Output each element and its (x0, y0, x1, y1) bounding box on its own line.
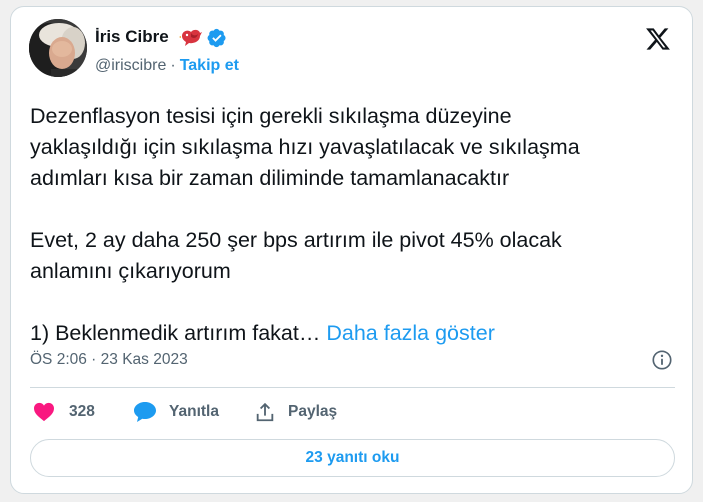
show-more-link[interactable]: Daha fazla göster (326, 321, 495, 345)
divider (30, 387, 675, 388)
avatar-photo (29, 19, 87, 77)
author-name[interactable]: İris Cibre (95, 27, 169, 47)
tweet-paragraph-1: Dezenflasyon tesisi için gerekli sıkılaş… (30, 101, 680, 194)
tweet-card: İris Cibre @iriscibre · Takip et Dezenflas… (10, 6, 693, 494)
share-button[interactable]: Paylaş (254, 399, 337, 425)
tweet-line: Dezenflasyon tesisi için gerekli sıkılaş… (30, 104, 512, 128)
author-handle[interactable]: @iriscibre (95, 57, 166, 74)
x-logo-icon[interactable] (645, 26, 671, 52)
tweet-text: Dezenflasyon tesisi için gerekli sıkılaş… (30, 101, 680, 349)
author-handle-row: @iriscibre · Takip et (95, 57, 239, 75)
speech-bubble-icon (134, 402, 156, 422)
share-label: Paylaş (288, 403, 338, 420)
red-bird-icon (179, 29, 202, 46)
share-upload-icon (256, 402, 274, 422)
tweet-paragraph-3: 1) Beklenmedik artırım fakat… Daha fazla… (30, 318, 680, 349)
like-count: 328 (69, 403, 95, 420)
separator-dot: · (170, 57, 176, 74)
info-icon[interactable] (651, 349, 673, 371)
tweet-line: anlamını çıkarıyorum (30, 259, 231, 283)
read-replies-button[interactable]: 23 yanıtı oku (30, 439, 675, 477)
avatar[interactable] (29, 19, 87, 77)
reply-button[interactable]: Yanıtla (133, 399, 219, 425)
follow-button[interactable]: Takip et (180, 57, 239, 74)
tweet-truncated-line: 1) Beklenmedik artırım fakat… (30, 321, 321, 345)
like-button[interactable]: 328 (33, 399, 95, 425)
reply-label: Yanıtla (169, 403, 219, 420)
tweet-timestamp[interactable]: ÖS 2:06 · 23 Kas 2023 (30, 351, 188, 369)
tweet-line: yaklaşıldığı için sıkılaşma hızı yavaşla… (30, 135, 580, 159)
tweet-line: adımları kısa bir zaman diliminde tamaml… (30, 166, 510, 190)
tweet-line: Evet, 2 ay daha 250 şer bps artırım ile … (30, 228, 562, 252)
verified-badge-icon (207, 28, 226, 48)
read-replies-label: 23 yanıtı oku (305, 449, 400, 466)
heart-icon (34, 402, 54, 422)
tweet-paragraph-2: Evet, 2 ay daha 250 şer bps artırım ile … (30, 225, 680, 287)
